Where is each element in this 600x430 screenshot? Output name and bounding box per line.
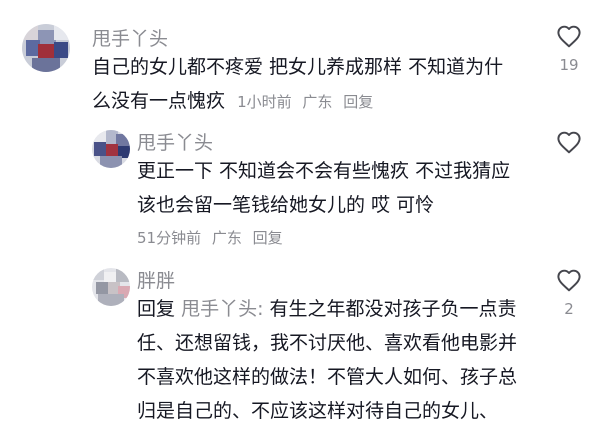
like-count: 19 — [559, 56, 579, 74]
like-count: 2 — [564, 300, 574, 318]
comment-text-line: 不喜欢他这样的做法！不管大人如何、孩子总 — [137, 366, 518, 388]
comment-author[interactable]: 甩手丫头 — [92, 24, 168, 51]
heart-outline-icon — [557, 269, 581, 292]
comment-time: 1小时前 — [237, 93, 292, 111]
comment-meta: 1小时前 广东 回复 — [237, 93, 379, 111]
comment-text-line: 更正一下 不知道会不会有些愧疚 不过我猜应 — [137, 160, 511, 182]
avatar[interactable] — [22, 24, 70, 72]
comment-text: 自己的女儿都不疼爱 把女儿养成那样 不知道为什 么没有一点愧疚 1小时前 广东 … — [92, 50, 532, 119]
comment-text-line: 任、还想留钱，我不讨厌他、喜欢看他电影并 — [137, 332, 518, 354]
comment-author[interactable]: 胖胖 — [137, 266, 175, 293]
avatar[interactable] — [92, 268, 130, 306]
like-button[interactable] — [549, 130, 589, 154]
comment-meta: 51分钟前 广东 回复 — [137, 227, 289, 248]
comment-text-line: 该也会留一笔钱给她女儿的 哎 可怜 — [137, 194, 435, 216]
reply-button[interactable]: 回复 — [253, 229, 283, 247]
comment-text-line: 归是自己的、不应该这样对待自己的女儿、 — [137, 400, 499, 422]
comment-text-line: 么没有一点愧疚 1小时前 广东 回复 — [92, 84, 532, 119]
comment-text: 更正一下 不知道会不会有些愧疚 不过我猜应 该也会留一笔钱给她女儿的 哎 可怜 — [137, 154, 537, 222]
comment-text-line: 自己的女儿都不疼爱 把女儿养成那样 不知道为什 — [92, 56, 504, 78]
comment-text-rest: 有生之年都没对孩子负一点责 — [269, 298, 517, 320]
comment-location: 广东 — [302, 93, 333, 111]
comment-author[interactable]: 甩手丫头 — [137, 128, 213, 155]
comment-text-line: 回复 甩手丫头: 有生之年都没对孩子负一点责 — [137, 292, 542, 326]
comment-time: 51分钟前 — [137, 229, 202, 247]
like-button[interactable]: 2 — [549, 268, 589, 318]
comment-text: 回复 甩手丫头: 有生之年都没对孩子负一点责 任、还想留钱，我不讨厌他、喜欢看他… — [137, 292, 542, 428]
avatar[interactable] — [92, 130, 130, 168]
reply-prefix: 回复 — [137, 298, 176, 320]
reply-target[interactable]: 甩手丫头: — [181, 298, 263, 320]
comment-text-tail: 么没有一点愧疚 — [92, 90, 226, 112]
like-button[interactable]: 19 — [549, 24, 589, 74]
reply-button[interactable]: 回复 — [343, 93, 373, 111]
heart-outline-icon — [557, 131, 581, 154]
comment-location: 广东 — [211, 229, 242, 247]
heart-outline-icon — [557, 25, 581, 48]
